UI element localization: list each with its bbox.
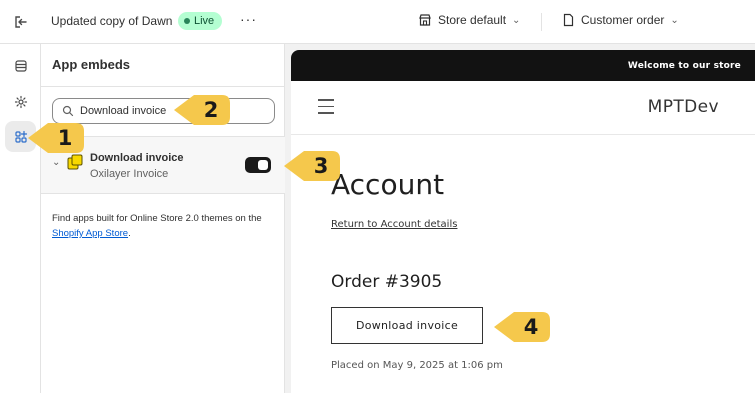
template-selector-label: Customer order (581, 13, 665, 27)
live-badge: Live (178, 12, 223, 30)
return-to-account-link[interactable]: Return to Account details (331, 219, 457, 230)
toggle-knob (258, 160, 268, 170)
chevron-down-icon: ⌄ (670, 14, 679, 26)
editor-topbar: Updated copy of Dawn Live ··· Store defa… (0, 0, 755, 44)
live-badge-label: Live (194, 15, 215, 27)
callout-number: 3 (313, 154, 329, 178)
panel-title: App embeds (52, 57, 131, 72)
editor-icon-rail (0, 44, 41, 393)
shopify-app-store-link[interactable]: Shopify App Store (52, 228, 128, 239)
app-embed-app-name: Oxilayer Invoice (90, 168, 169, 180)
download-invoice-button[interactable]: Download invoice (331, 307, 483, 344)
chevron-down-icon: ⌄ (512, 14, 521, 26)
theme-settings-button[interactable] (5, 86, 36, 117)
gear-icon (14, 95, 27, 108)
app-embed-name: Download invoice (90, 152, 184, 164)
callout-number: 2 (203, 98, 219, 122)
divider (41, 86, 285, 87)
theme-title: Updated copy of Dawn (51, 14, 173, 28)
exit-icon[interactable] (12, 13, 30, 31)
app-embed-toggle[interactable] (245, 157, 271, 173)
store-selector[interactable]: Store default ⌄ (418, 13, 520, 27)
sections-button[interactable] (5, 50, 36, 81)
app-embeds-panel: App embeds Download invoice ⌄ Download i… (41, 44, 285, 393)
page-title: Account (331, 168, 445, 201)
page-icon (563, 13, 574, 27)
store-selector-label: Store default (438, 13, 507, 27)
callout-marker: 4 (494, 310, 552, 344)
store-icon (419, 14, 431, 26)
apps-icon (14, 130, 27, 143)
announcement-bar: Welcome to our store (291, 50, 755, 81)
search-icon (62, 105, 74, 117)
announcement-text: Welcome to our store (627, 60, 741, 71)
hamburger-icon[interactable] (318, 99, 334, 114)
live-dot-icon (184, 18, 190, 24)
callout-marker: 1 (28, 121, 86, 155)
template-selector[interactable]: Customer order ⌄ (562, 13, 679, 27)
store-brand[interactable]: MPTDev (648, 97, 719, 117)
site-header: MPTDev (291, 81, 755, 135)
callout-number: 1 (57, 126, 73, 150)
divider (41, 193, 285, 194)
more-actions-button[interactable]: ··· (240, 11, 257, 27)
callout-marker: 2 (174, 93, 232, 127)
order-number: Order #3905 (331, 272, 443, 292)
callout-number: 4 (523, 315, 539, 339)
callout-marker: 3 (284, 149, 342, 183)
chevron-down-icon[interactable]: ⌄ (52, 157, 60, 168)
find-apps-end: . (128, 228, 131, 239)
search-input-value: Download invoice (80, 105, 167, 117)
find-apps-note: Find apps built for Online Store 2.0 the… (52, 211, 274, 241)
find-apps-text: Find apps built for Online Store 2.0 the… (52, 213, 262, 224)
order-placed-date: Placed on May 9, 2025 at 1:06 pm (331, 360, 503, 371)
app-block-icon (67, 154, 83, 170)
sections-icon (14, 59, 27, 72)
topbar-divider (541, 13, 542, 31)
